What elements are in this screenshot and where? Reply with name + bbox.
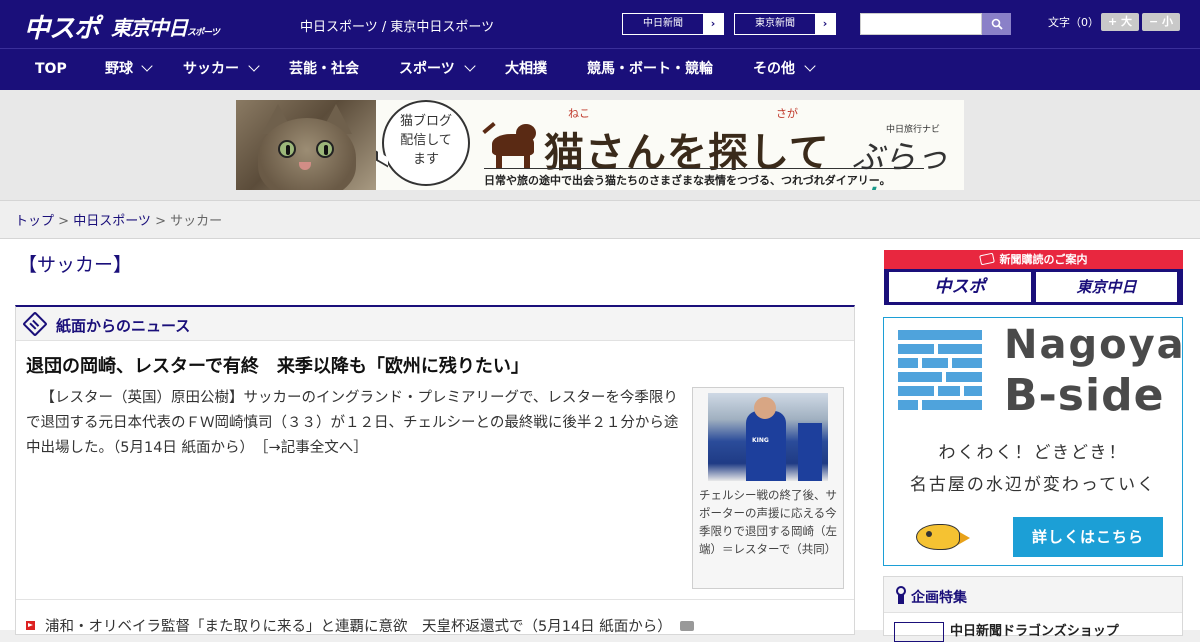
- banner-ruby-neko: ねこ: [568, 107, 590, 120]
- tokyo-chunichi-logo-text: 東京中日: [111, 16, 188, 40]
- search-box: [860, 13, 1011, 35]
- feature-header: 企画特集: [884, 577, 1182, 613]
- bubble-text: 猫ブログ配信してます: [399, 114, 452, 167]
- ticket-icon: [978, 252, 995, 266]
- search-button[interactable]: [982, 13, 1011, 35]
- tokyo-shimbun-button[interactable]: 東京新聞 ›: [734, 13, 836, 35]
- chevron-right-icon: ›: [815, 14, 835, 34]
- ad-title-line2: B-side: [1004, 370, 1165, 421]
- article-headline[interactable]: 退団の岡崎、レスターで有終 来季以降も「欧州に残りたい」: [26, 352, 529, 378]
- subscription-title-text: 新聞購読のご案内: [999, 253, 1088, 266]
- font-size-label: 文字（0）: [1048, 16, 1099, 29]
- list-item[interactable]: 浦和・オリベイラ監督「また取りに来る」と連覇に意欲 天皇杯返還式で（5月14日 …: [26, 615, 694, 636]
- tokyo-chunichi-logo[interactable]: 東京中日スポーツ: [111, 12, 220, 41]
- article-lead: 【レスター（英国）原田公樹】サッカーのイングランド・プレミアリーグで、レスターを…: [26, 386, 688, 461]
- site-name: 中日スポーツ / 東京中日スポーツ: [300, 20, 495, 35]
- nav-item-soccer[interactable]: サッカー: [183, 49, 239, 91]
- nav-item-sports[interactable]: スポーツ: [399, 49, 455, 91]
- list-item-text: 浦和・オリベイラ監督「また取りに来る」と連覇に意欲 天皇杯返還式で（5月14日 …: [45, 619, 672, 635]
- subscription-title: 新聞購読のご案内: [884, 250, 1183, 269]
- chuspo-subscribe-button[interactable]: 中スポ: [889, 272, 1031, 302]
- chevron-down-icon: [248, 60, 260, 72]
- banner-divider: [484, 168, 924, 169]
- chevron-down-icon: [464, 60, 476, 72]
- main-nav: TOP 野球 サッカー 芸能・社会 スポーツ 大相撲 競馬・ボート・競輪 その他: [0, 48, 1200, 90]
- newspaper-icon: [22, 311, 48, 337]
- breadcrumb: トップ > 中日スポーツ > サッカー: [15, 210, 222, 229]
- divider: [16, 599, 854, 600]
- site-header: 中スポ 東京中日スポーツ 中日スポーツ / 東京中日スポーツ 中日新聞 › 東京…: [0, 0, 1200, 48]
- fried-shrimp-mascot-icon: [912, 518, 972, 552]
- tokyo-chunichi-logo-small: スポーツ: [187, 28, 220, 38]
- chevron-down-icon: [804, 60, 816, 72]
- search-input[interactable]: [860, 13, 982, 35]
- font-larger-button[interactable]: + 大: [1101, 13, 1139, 31]
- read-more-link[interactable]: ［→記事全文へ］: [261, 440, 367, 456]
- banner-ruby-saga: さが: [776, 107, 798, 120]
- nav-item-sumo[interactable]: 大相撲: [505, 49, 547, 91]
- nav-item-baseball[interactable]: 野球: [105, 49, 133, 91]
- chuspo-logo[interactable]: 中スポ: [24, 8, 100, 45]
- news-box-header: 紙面からのニュース: [16, 307, 854, 341]
- article-image[interactable]: KING: [708, 393, 828, 481]
- news-box-title: 紙面からのニュース: [56, 317, 191, 335]
- play-marker-icon: [26, 621, 35, 630]
- photo-caption: チェルシー戦の終了後、サポーターの声援に応える今季限りで退団する岡崎（左端）＝レ…: [699, 488, 837, 556]
- tokyo-subscribe-button[interactable]: 東京中日: [1036, 272, 1177, 302]
- font-smaller-button[interactable]: − 小: [1142, 13, 1180, 31]
- breadcrumb-sep: >: [54, 214, 74, 229]
- subscription-box: 新聞購読のご案内 中スポ 東京中日: [884, 250, 1183, 305]
- page-title: 【サッカー】: [18, 254, 133, 276]
- chevron-right-icon: ›: [703, 14, 723, 34]
- breadcrumb-current: サッカー: [170, 214, 223, 229]
- chunichi-shimbun-label: 中日新聞: [643, 18, 683, 29]
- chevron-down-icon: [141, 60, 153, 72]
- chunichi-shimbun-button[interactable]: 中日新聞 ›: [622, 13, 724, 35]
- nav-item-top[interactable]: TOP: [35, 49, 67, 91]
- ad-title-line1: Nagoya: [1004, 322, 1186, 368]
- ad-copy-line1: わくわく！どきどき！: [938, 443, 1128, 463]
- tokyo-shimbun-label: 東京新聞: [755, 18, 795, 29]
- cat-blog-banner[interactable]: 猫ブログ配信してます ねこ さが 猫さんを探して 中日旅行ナビ ぶらっ人 日常や…: [236, 100, 964, 190]
- breadcrumb-sep: >: [150, 214, 171, 229]
- search-icon: [991, 18, 1003, 30]
- banner-area: 猫ブログ配信してます ねこ さが 猫さんを探して 中日旅行ナビ ぶらっ人 日常や…: [0, 90, 1200, 201]
- ribbon-icon: [896, 586, 906, 604]
- nav-item-other[interactable]: その他: [753, 49, 795, 91]
- nav-item-entertainment[interactable]: 芸能・社会: [289, 49, 359, 91]
- breadcrumb-chunichi[interactable]: 中日スポーツ: [73, 214, 151, 229]
- ad-copy-line2: 名古屋の水辺が変わっていく: [909, 475, 1157, 495]
- cat-photo: [236, 100, 376, 190]
- feature-title: 企画特集: [911, 590, 967, 606]
- news-box: 紙面からのニュース 退団の岡崎、レスターで有終 来季以降も「欧州に残りたい」 【…: [15, 305, 855, 635]
- cat-silhouette-icon: [482, 120, 538, 170]
- banner-subtitle: 日常や旅の途中で出会う猫たちのさまざまな表情をつづる、つれづれダイアリー。: [484, 174, 891, 187]
- feature-thumbnail[interactable]: [894, 622, 944, 642]
- burajin-logo-text: ぶらっ: [852, 138, 949, 176]
- feature-box: 企画特集 中日新聞ドラゴンズショップ: [883, 576, 1183, 642]
- ad-details-button[interactable]: 詳しくはこちら: [1013, 517, 1163, 557]
- banner-title: 猫さんを探して: [544, 129, 830, 176]
- speech-bubble: 猫ブログ配信してます: [376, 100, 470, 186]
- breadcrumb-top[interactable]: トップ: [15, 214, 54, 229]
- article-photo: KING チェルシー戦の終了後、サポーターの声援に応える今季限りで退団する岡崎（…: [692, 387, 844, 589]
- nav-item-racing[interactable]: 競馬・ボート・競輪: [587, 49, 713, 91]
- nagoya-bside-ad[interactable]: Nagoya B-side わくわく！どきどき！ 名古屋の水辺が変わっていく 詳…: [883, 317, 1186, 566]
